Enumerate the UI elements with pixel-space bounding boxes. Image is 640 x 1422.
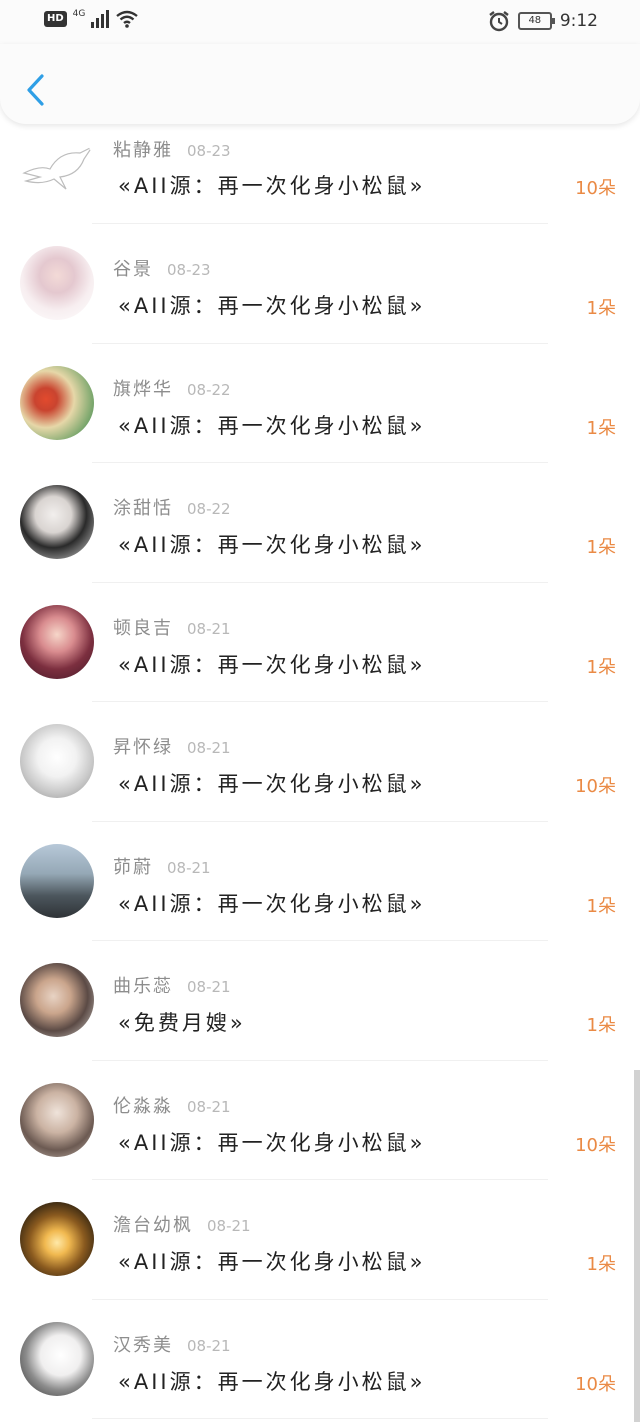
sender-name: 茆蔚 (113, 856, 153, 878)
sender-line: 旗烨华 08-22 (113, 375, 231, 401)
avatar[interactable] (20, 246, 94, 320)
clock-time: 9:12 (559, 11, 598, 31)
flower-count: 1朵 (586, 298, 616, 319)
flower-count: 1朵 (586, 656, 616, 678)
sender-name: 澹台幼枫 (113, 1215, 193, 1236)
work-title[interactable]: «AII源：再一次化身小松鼠» (118, 529, 425, 559)
sender-name: 汉秀美 (113, 1334, 173, 1356)
list-item[interactable]: 茆蔚 08-21 «AII源：再一次化身小松鼠» 1朵 (0, 822, 640, 941)
flower-count: 1朵 (586, 895, 616, 917)
flower-count: 10朵 (575, 178, 616, 199)
network-type: 4G (72, 9, 86, 19)
send-date: 08-22 (187, 500, 231, 518)
wifi-icon (116, 10, 139, 28)
work-title[interactable]: «AII源：再一次化身小松鼠» (118, 649, 425, 679)
sender-name: 粘静雅 (113, 140, 173, 161)
sender-line: 曲乐蕊 08-21 (113, 972, 231, 998)
work-title[interactable]: «AII源：再一次化身小松鼠» (118, 1127, 425, 1157)
nav-header (0, 44, 640, 124)
scrollbar[interactable] (634, 1070, 640, 1422)
avatar[interactable] (20, 1082, 94, 1157)
work-title[interactable]: «AII源：再一次化身小松鼠» (118, 170, 425, 200)
list-item[interactable]: 顿良吉 08-21 «AII源：再一次化身小松鼠» 1朵 (0, 583, 640, 702)
flower-count: 10朵 (575, 776, 616, 797)
send-date: 08-21 (187, 1336, 231, 1355)
sender-line: 汉秀美 08-21 (113, 1331, 231, 1357)
send-date: 08-21 (187, 1097, 231, 1116)
sender-name: 昇怀绿 (113, 737, 173, 758)
work-title[interactable]: «AII源：再一次化身小松鼠» (118, 1246, 425, 1276)
battery-icon: 48 (517, 12, 555, 30)
list-item[interactable]: 旗烨华 08-22 «AII源：再一次化身小松鼠» 1朵 (0, 344, 640, 463)
status-bar: HD 4G 48 9:12 (0, 0, 640, 44)
send-date: 08-23 (167, 261, 211, 279)
avatar[interactable] (20, 724, 94, 798)
avatar[interactable] (20, 963, 94, 1037)
work-title[interactable]: «AII源：再一次化身小松鼠» (118, 1366, 425, 1396)
flower-count: 10朵 (575, 1134, 616, 1156)
avatar[interactable] (20, 843, 94, 918)
sender-line: 涂甜恬 08-22 (113, 494, 231, 520)
sender-name: 谷景 (113, 259, 153, 280)
list-item[interactable]: 谷景 08-23 «AII源：再一次化身小松鼠» 1朵 (0, 224, 640, 344)
flower-count: 1朵 (586, 417, 616, 439)
avatar[interactable] (20, 129, 94, 203)
hd-badge: HD (44, 11, 67, 27)
bird-icon (22, 145, 94, 190)
avatar[interactable] (20, 604, 94, 679)
sender-line: 伦淼淼 08-21 (113, 1092, 231, 1118)
list-item[interactable]: 伦淼淼 08-21 «AII源：再一次化身小松鼠» 10朵 (0, 1061, 640, 1180)
alarm-clock-icon (489, 11, 509, 32)
flower-count: 1朵 (586, 1254, 616, 1275)
list-item[interactable]: 昇怀绿 08-21 «AII源：再一次化身小松鼠» 10朵 (0, 702, 640, 822)
flower-count: 10朵 (575, 1373, 616, 1395)
sender-name: 旗烨华 (113, 378, 173, 400)
flower-count: 1朵 (586, 537, 616, 558)
work-title[interactable]: «免费月嫂» (118, 1007, 246, 1037)
status-left: HD 4G (44, 9, 139, 28)
sender-line: 茆蔚 08-21 (113, 853, 211, 879)
sender-line: 澹台幼枫 08-21 (113, 1211, 251, 1237)
work-title[interactable]: «AII源：再一次化身小松鼠» (118, 888, 425, 918)
back-button[interactable] (18, 68, 52, 112)
sender-line: 粘静雅 08-23 (113, 136, 231, 162)
send-date: 08-21 (187, 739, 231, 757)
gift-record-list: 粘静雅 08-23 «AII源：再一次化身小松鼠» 10朵 谷景 08-23 «AII源：再… (0, 124, 640, 1419)
sender-line: 昇怀绿 08-21 (113, 733, 231, 759)
send-date: 08-22 (187, 380, 231, 399)
avatar[interactable] (20, 485, 94, 559)
send-date: 08-21 (187, 978, 231, 996)
avatar[interactable] (20, 1202, 94, 1276)
flower-count: 1朵 (586, 1015, 616, 1036)
work-title[interactable]: «AII源：再一次化身小松鼠» (118, 768, 425, 798)
work-title[interactable]: «AII源：再一次化身小松鼠» (118, 290, 425, 320)
signal-icon (91, 10, 110, 28)
sender-line: 谷景 08-23 (113, 255, 211, 281)
sender-name: 顿良吉 (113, 617, 173, 639)
sender-name: 伦淼淼 (113, 1095, 173, 1117)
sender-line: 顿良吉 08-21 (113, 614, 231, 640)
sender-name: 涂甜恬 (113, 498, 173, 519)
sender-name: 曲乐蕊 (113, 976, 173, 997)
send-date: 08-21 (207, 1217, 251, 1235)
chevron-left-icon (27, 74, 44, 106)
send-date: 08-21 (187, 619, 231, 638)
list-item[interactable]: 曲乐蕊 08-21 «免费月嫂» 1朵 (0, 941, 640, 1061)
list-item[interactable]: 粘静雅 08-23 «AII源：再一次化身小松鼠» 10朵 (0, 124, 640, 224)
status-right: 48 9:12 (488, 10, 598, 32)
send-date: 08-23 (187, 142, 231, 160)
avatar[interactable] (20, 1321, 94, 1396)
send-date: 08-21 (167, 858, 211, 877)
avatar[interactable] (20, 365, 94, 440)
work-title[interactable]: «AII源：再一次化身小松鼠» (118, 410, 425, 440)
list-item[interactable]: 涂甜恬 08-22 «AII源：再一次化身小松鼠» 1朵 (0, 463, 640, 583)
list-item[interactable]: 汉秀美 08-21 «AII源：再一次化身小松鼠» 10朵 (0, 1300, 640, 1419)
row-divider (92, 1418, 548, 1419)
list-item[interactable]: 澹台幼枫 08-21 «AII源：再一次化身小松鼠» 1朵 (0, 1180, 640, 1300)
